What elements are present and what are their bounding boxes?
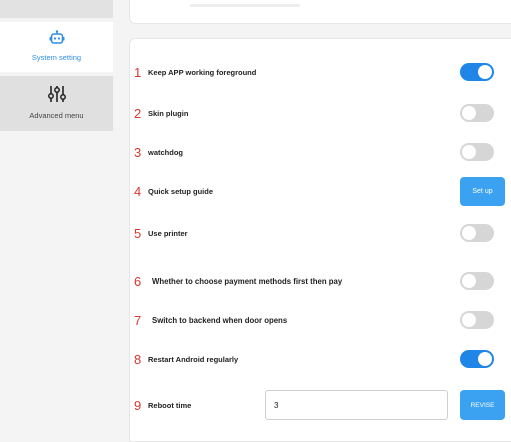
setting-label: Keep APP working foreground	[148, 67, 257, 77]
row-number: 4	[134, 183, 142, 199]
sidebar-item-system-setting[interactable]: System setting	[0, 22, 113, 72]
use-printer-toggle[interactable]	[460, 224, 494, 242]
revise-button[interactable]: REVISE	[460, 390, 505, 420]
row-number: 1	[134, 64, 142, 80]
robot-icon	[49, 30, 65, 51]
toggle-knob	[478, 65, 492, 79]
setting-row-switch-backend-door: 7 Switch to backend when door opens	[134, 309, 511, 331]
sliders-icon	[47, 84, 67, 109]
setting-row-reboot-time: 9 Reboot time 3 REVISE	[134, 390, 511, 420]
setting-label: watchdog	[148, 147, 183, 157]
sidebar-item-advanced-menu[interactable]: Advanced menu	[0, 76, 113, 131]
setting-label: Restart Android regularly	[148, 354, 239, 364]
toggle-knob	[462, 313, 476, 327]
row-number: 7	[134, 312, 142, 328]
setting-row-restart-android: 8 Restart Android regularly	[134, 348, 511, 370]
row-number: 8	[134, 351, 142, 367]
setting-row-skin-plugin: 2 Skin plugin	[134, 102, 511, 124]
payment-method-first-toggle[interactable]	[460, 272, 494, 290]
setting-label: Skin plugin	[148, 108, 189, 118]
toggle-knob	[462, 106, 476, 120]
sidebar-top-item[interactable]	[0, 0, 113, 18]
setting-label: Use printer	[148, 228, 188, 238]
setting-row-watchdog: 3 watchdog	[134, 141, 511, 163]
setting-label: Reboot time	[148, 400, 192, 410]
reboot-time-input[interactable]: 3	[265, 390, 448, 420]
toggle-knob	[462, 226, 476, 240]
sidebar-item-label: Advanced menu	[29, 111, 84, 120]
row-number: 6	[134, 273, 142, 289]
keep-app-foreground-toggle[interactable]	[460, 63, 494, 81]
row-number: 9	[134, 397, 142, 413]
setting-label: Quick setup guide	[148, 186, 214, 196]
switch-backend-door-toggle[interactable]	[460, 311, 494, 329]
setting-row-quick-setup-guide: 4 Quick setup guide Set up	[134, 177, 511, 206]
setting-label: Switch to backend when door opens	[152, 315, 288, 325]
divider	[190, 4, 300, 7]
row-number: 3	[134, 144, 142, 160]
toggle-knob	[462, 274, 476, 288]
setting-row-payment-method-first: 6 Whether to choose payment methods firs…	[134, 270, 511, 292]
skin-plugin-toggle[interactable]	[460, 104, 494, 122]
setting-row-use-printer: 5 Use printer	[134, 222, 511, 244]
set-up-button[interactable]: Set up	[460, 177, 505, 206]
row-number: 2	[134, 105, 142, 121]
row-number: 5	[134, 225, 142, 241]
setting-row-keep-app-foreground: 1 Keep APP working foreground	[134, 61, 511, 83]
top-card	[129, 0, 511, 24]
toggle-knob	[478, 352, 492, 366]
setting-label: Whether to choose payment methods first …	[152, 276, 343, 286]
watchdog-toggle[interactable]	[460, 143, 494, 161]
sidebar: System setting Advanced menu	[0, 0, 113, 442]
toggle-knob	[462, 145, 476, 159]
restart-android-toggle[interactable]	[460, 350, 494, 368]
sidebar-item-label: System setting	[31, 53, 82, 62]
